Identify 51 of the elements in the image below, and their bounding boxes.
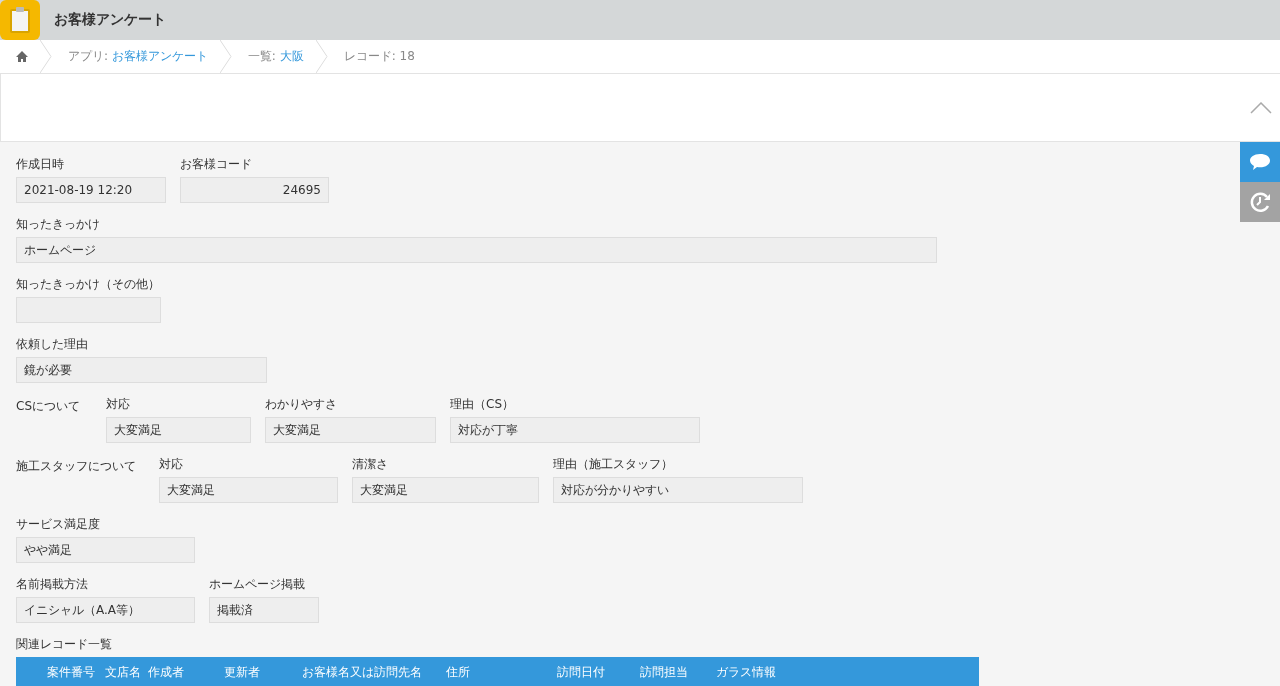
- field-label: 理由（施工スタッフ）: [553, 456, 674, 473]
- field-value: 対応が分かりやすい: [553, 477, 803, 503]
- breadcrumb-link[interactable]: お客様アンケート: [111, 49, 208, 63]
- field-label: わかりやすさ: [265, 396, 338, 413]
- field-value: 掲載済: [209, 597, 319, 623]
- field-label: ホームページ掲載: [209, 576, 306, 593]
- field-label: 対応: [159, 456, 184, 473]
- field-value: イニシャル（A.A等）: [16, 597, 195, 623]
- field-label: 名前掲載方法: [16, 576, 89, 593]
- breadcrumb-label: 一覧: 大阪: [247, 48, 304, 65]
- speech-bubble-icon: [1249, 153, 1271, 171]
- column-header[interactable]: 文店名: [105, 663, 148, 681]
- field-value: 大変満足: [352, 477, 539, 503]
- field-value: 大変満足: [106, 417, 251, 443]
- field-label: 知ったきっかけ（その他）: [16, 276, 161, 293]
- field-label: 清潔さ: [352, 456, 389, 473]
- collapse-icon[interactable]: [1250, 101, 1272, 114]
- history-icon: [1249, 191, 1271, 213]
- breadcrumb-label: レコード: 18: [343, 48, 415, 65]
- column-header[interactable]: お客様名又は訪問先名: [302, 663, 446, 681]
- breadcrumb-link[interactable]: 大阪: [279, 49, 304, 63]
- column-header[interactable]: 訪問担当: [640, 663, 716, 681]
- field-label: 作成日時: [16, 156, 65, 173]
- column-header[interactable]: 訪問日付: [557, 663, 640, 681]
- comment-button[interactable]: [1240, 142, 1280, 182]
- column-header[interactable]: 案件番号: [47, 663, 105, 681]
- field-label: 理由（CS）: [450, 396, 515, 413]
- field-value: 対応が丁寧: [450, 417, 700, 443]
- field-value: 24695: [180, 177, 329, 203]
- column-header[interactable]: 作成者: [148, 663, 224, 681]
- column-header[interactable]: 更新者: [224, 663, 302, 681]
- field-value: 2021-08-19 12:20: [16, 177, 166, 203]
- history-button[interactable]: [1240, 182, 1280, 222]
- field-value: 鏡が必要: [16, 357, 267, 383]
- field-label: お客様コード: [180, 156, 253, 173]
- field-value: 大変満足: [265, 417, 436, 443]
- column-header[interactable]: 住所: [446, 663, 557, 681]
- field-label: 対応: [106, 396, 131, 413]
- field-label: サービス満足度: [16, 516, 101, 533]
- field-value: 大変満足: [159, 477, 338, 503]
- breadcrumb-label: アプリ: お客様アンケート: [68, 48, 208, 65]
- group-label: 施工スタッフについて: [16, 458, 137, 475]
- column-header[interactable]: ガラス情報: [716, 663, 806, 681]
- home-icon[interactable]: [16, 51, 28, 62]
- field-value: やや満足: [16, 537, 195, 563]
- field-label: 依頼した理由: [16, 336, 89, 353]
- group-label: CSについて: [16, 398, 81, 415]
- field-label: 知ったきっかけ: [16, 216, 101, 233]
- section-title: 関連レコード一覧: [16, 636, 113, 653]
- field-value: ホームページ: [16, 237, 937, 263]
- app-title: お客様アンケート: [54, 11, 166, 29]
